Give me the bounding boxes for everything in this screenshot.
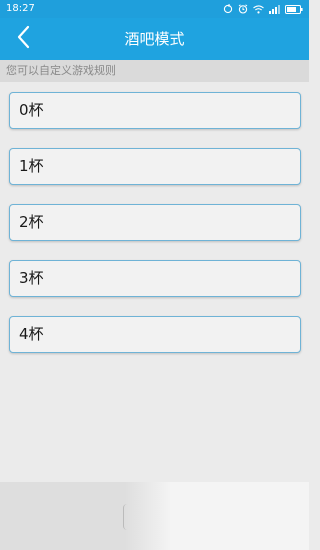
option-0-cup[interactable]: 0杯 [9, 92, 301, 129]
wifi-icon [253, 4, 264, 14]
alarm-icon [238, 4, 248, 14]
status-icons [223, 0, 303, 18]
signal-icon [269, 4, 280, 14]
sync-icon [223, 4, 233, 14]
bottom-bar [0, 482, 309, 550]
chevron-left-icon [16, 25, 30, 53]
page-title: 酒吧模式 [124, 30, 185, 48]
status-time: 18:27 [6, 3, 35, 14]
screen: 18:27 酒吧模式 您可以自定义游戏规则 0杯 1杯 2杯 3杯 4杯 [0, 0, 309, 550]
option-1-cup[interactable]: 1杯 [9, 148, 301, 185]
app-header: 酒吧模式 [0, 18, 309, 60]
back-button[interactable] [8, 24, 38, 54]
option-2-cups[interactable]: 2杯 [9, 204, 301, 241]
option-4-cups[interactable]: 4杯 [9, 316, 301, 353]
bottom-fade [125, 482, 309, 550]
status-bar: 18:27 [0, 0, 309, 18]
bottom-mark [123, 504, 129, 530]
option-3-cups[interactable]: 3杯 [9, 260, 301, 297]
hint-text: 您可以自定义游戏规则 [0, 60, 309, 82]
battery-icon [285, 4, 303, 14]
